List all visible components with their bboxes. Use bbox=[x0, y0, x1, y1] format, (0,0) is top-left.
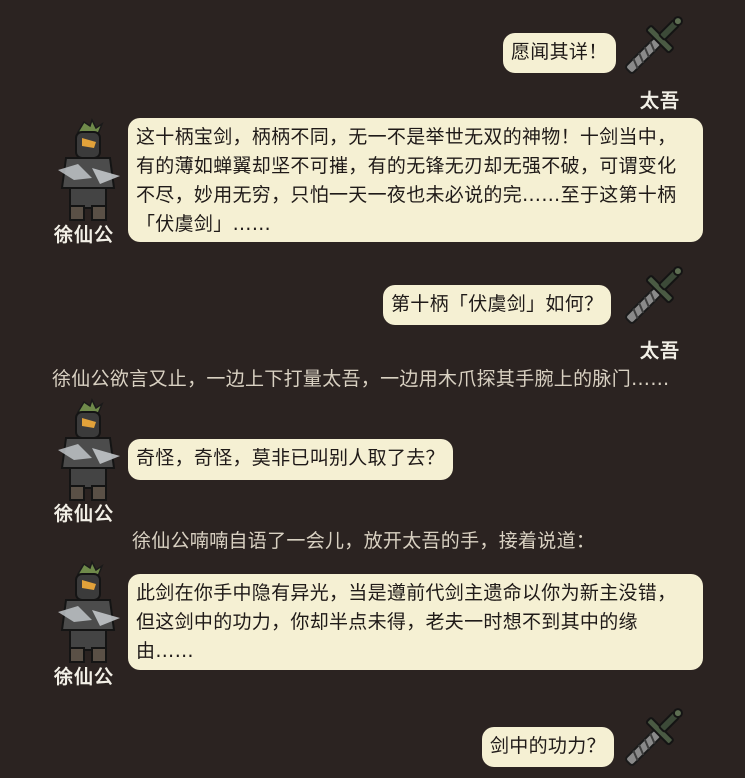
sword-icon bbox=[625, 266, 683, 324]
speaker-name-taiwu: 太吾 bbox=[640, 340, 681, 362]
sword-icon bbox=[625, 16, 683, 74]
speaker-name-xu: 徐仙公 bbox=[54, 666, 115, 688]
dialogue-bubble-xu: 这十柄宝剑，柄柄不同，无一不是举世无双的神物！十剑当中， 有的薄如蝉翼却坚不可摧… bbox=[128, 118, 703, 242]
speaker-name-xu: 徐仙公 bbox=[54, 503, 115, 525]
dialogue-log: 愿闻其详！ 太吾 徐仙公 这十柄宝剑，柄柄不同，无一不是举世无双的神物！十剑当中… bbox=[0, 0, 745, 778]
dialogue-bubble-xu: 奇怪，奇怪，莫非已叫别人取了去？ bbox=[128, 439, 453, 480]
dialogue-bubble-taiwu: 第十柄「伏虞剑」如何？ bbox=[383, 285, 612, 325]
speaker-name-xu: 徐仙公 bbox=[54, 224, 115, 246]
armored-figure-icon bbox=[58, 118, 120, 221]
narration-text: 徐仙公欲言又止，一边上下打量太吾，一边用木爪探其手腕上的脉门…… bbox=[52, 368, 670, 390]
dialogue-bubble-xu: 此剑在你手中隐有异光，当是遵前代剑主遗命以你为新主没错， 但这剑中的功力，你却半… bbox=[128, 574, 703, 670]
dialogue-bubble-taiwu: 愿闻其详！ bbox=[503, 33, 616, 73]
armored-figure-icon bbox=[58, 560, 120, 663]
narration-text: 徐仙公喃喃自语了一会儿，放开太吾的手，接着说道： bbox=[132, 530, 596, 552]
sword-icon bbox=[625, 708, 683, 766]
speaker-name-taiwu: 太吾 bbox=[640, 90, 681, 112]
dialogue-bubble-taiwu: 剑中的功力？ bbox=[482, 727, 614, 767]
armored-figure-icon bbox=[58, 398, 120, 501]
